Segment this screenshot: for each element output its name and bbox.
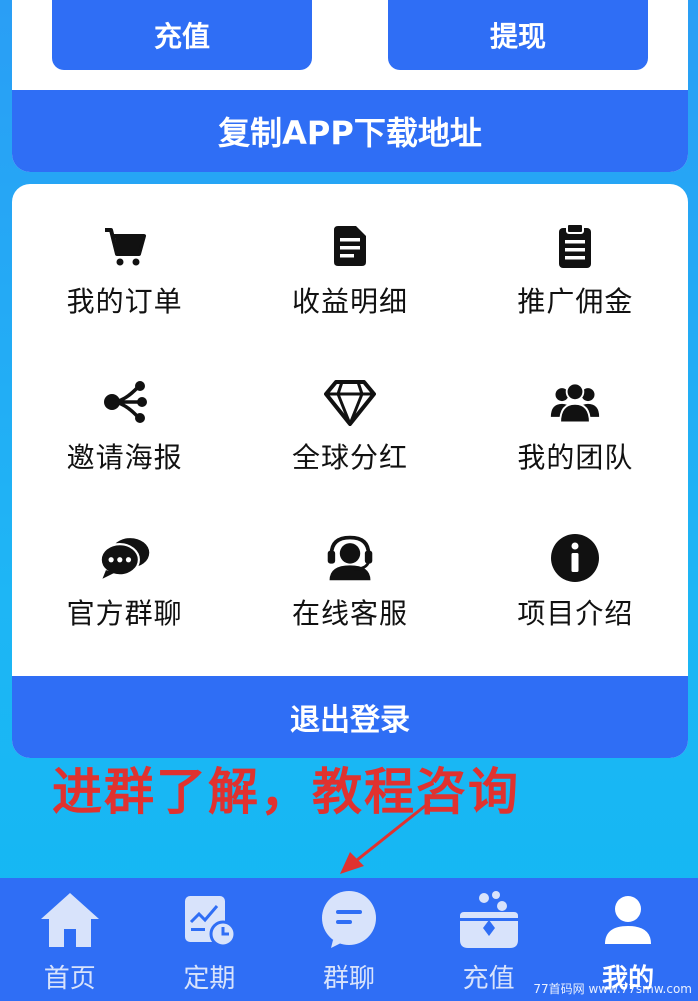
nav-label: 群聊 xyxy=(322,964,375,994)
home-icon xyxy=(38,888,102,952)
menu-item-label: 推广佣金 xyxy=(517,285,634,318)
menu-card: 我的订单 收益明细 推广佣金 邀请海报 全球分红 我的团队 官方群聊 在线客服 … xyxy=(12,184,688,758)
watermark: 77首码网 www.77smw.com xyxy=(533,982,692,996)
headset-icon xyxy=(324,532,376,584)
menu-item-orders[interactable]: 我的订单 xyxy=(12,220,237,376)
withdraw-button[interactable]: 提现 xyxy=(388,0,648,70)
menu-item-label: 官方群聊 xyxy=(66,597,183,630)
menu-item-global-dividend[interactable]: 全球分红 xyxy=(237,376,462,532)
share-icon xyxy=(99,376,151,428)
menu-grid: 我的订单 收益明细 推广佣金 邀请海报 全球分红 我的团队 官方群聊 在线客服 … xyxy=(12,220,688,688)
menu-item-label: 我的团队 xyxy=(517,441,634,474)
menu-item-customer-service[interactable]: 在线客服 xyxy=(237,532,462,688)
group-chat-icon xyxy=(317,888,381,952)
cart-icon xyxy=(99,220,151,272)
menu-item-label: 在线客服 xyxy=(291,597,408,630)
nav-label: 定期 xyxy=(183,964,236,994)
menu-item-invite-poster[interactable]: 邀请海报 xyxy=(12,376,237,532)
nav-item-home[interactable]: 首页 xyxy=(0,878,140,1001)
schedule-icon xyxy=(177,888,241,952)
menu-item-label: 邀请海报 xyxy=(66,441,183,474)
recharge-icon xyxy=(457,888,521,952)
menu-item-project-intro[interactable]: 项目介绍 xyxy=(463,532,688,688)
arrow-icon xyxy=(340,800,431,874)
nav-item-group-chat[interactable]: 群聊 xyxy=(279,878,419,1001)
nav-item-schedule[interactable]: 定期 xyxy=(140,878,280,1001)
menu-item-label: 项目介绍 xyxy=(517,597,634,630)
chat-icon xyxy=(99,532,151,584)
menu-item-label: 收益明细 xyxy=(291,285,408,318)
nav-label: 充值 xyxy=(462,964,515,994)
clipboard-icon xyxy=(549,220,601,272)
info-icon xyxy=(549,532,601,584)
nav-label: 首页 xyxy=(43,964,96,994)
menu-item-label: 我的订单 xyxy=(66,285,183,318)
menu-item-commission[interactable]: 推广佣金 xyxy=(463,220,688,376)
document-icon xyxy=(324,220,376,272)
menu-item-official-group[interactable]: 官方群聊 xyxy=(12,532,237,688)
copy-app-link-button[interactable]: 复制APP下载地址 xyxy=(12,90,688,172)
menu-item-label: 全球分红 xyxy=(291,441,408,474)
team-icon xyxy=(549,376,601,428)
menu-item-my-team[interactable]: 我的团队 xyxy=(463,376,688,532)
logout-button[interactable]: 退出登录 xyxy=(12,676,688,758)
menu-item-earnings[interactable]: 收益明细 xyxy=(237,220,462,376)
user-icon xyxy=(596,888,660,952)
top-card: 充值 提现 复制APP下载地址 xyxy=(12,0,688,172)
recharge-button[interactable]: 充值 xyxy=(52,0,312,70)
diamond-icon xyxy=(323,376,376,428)
